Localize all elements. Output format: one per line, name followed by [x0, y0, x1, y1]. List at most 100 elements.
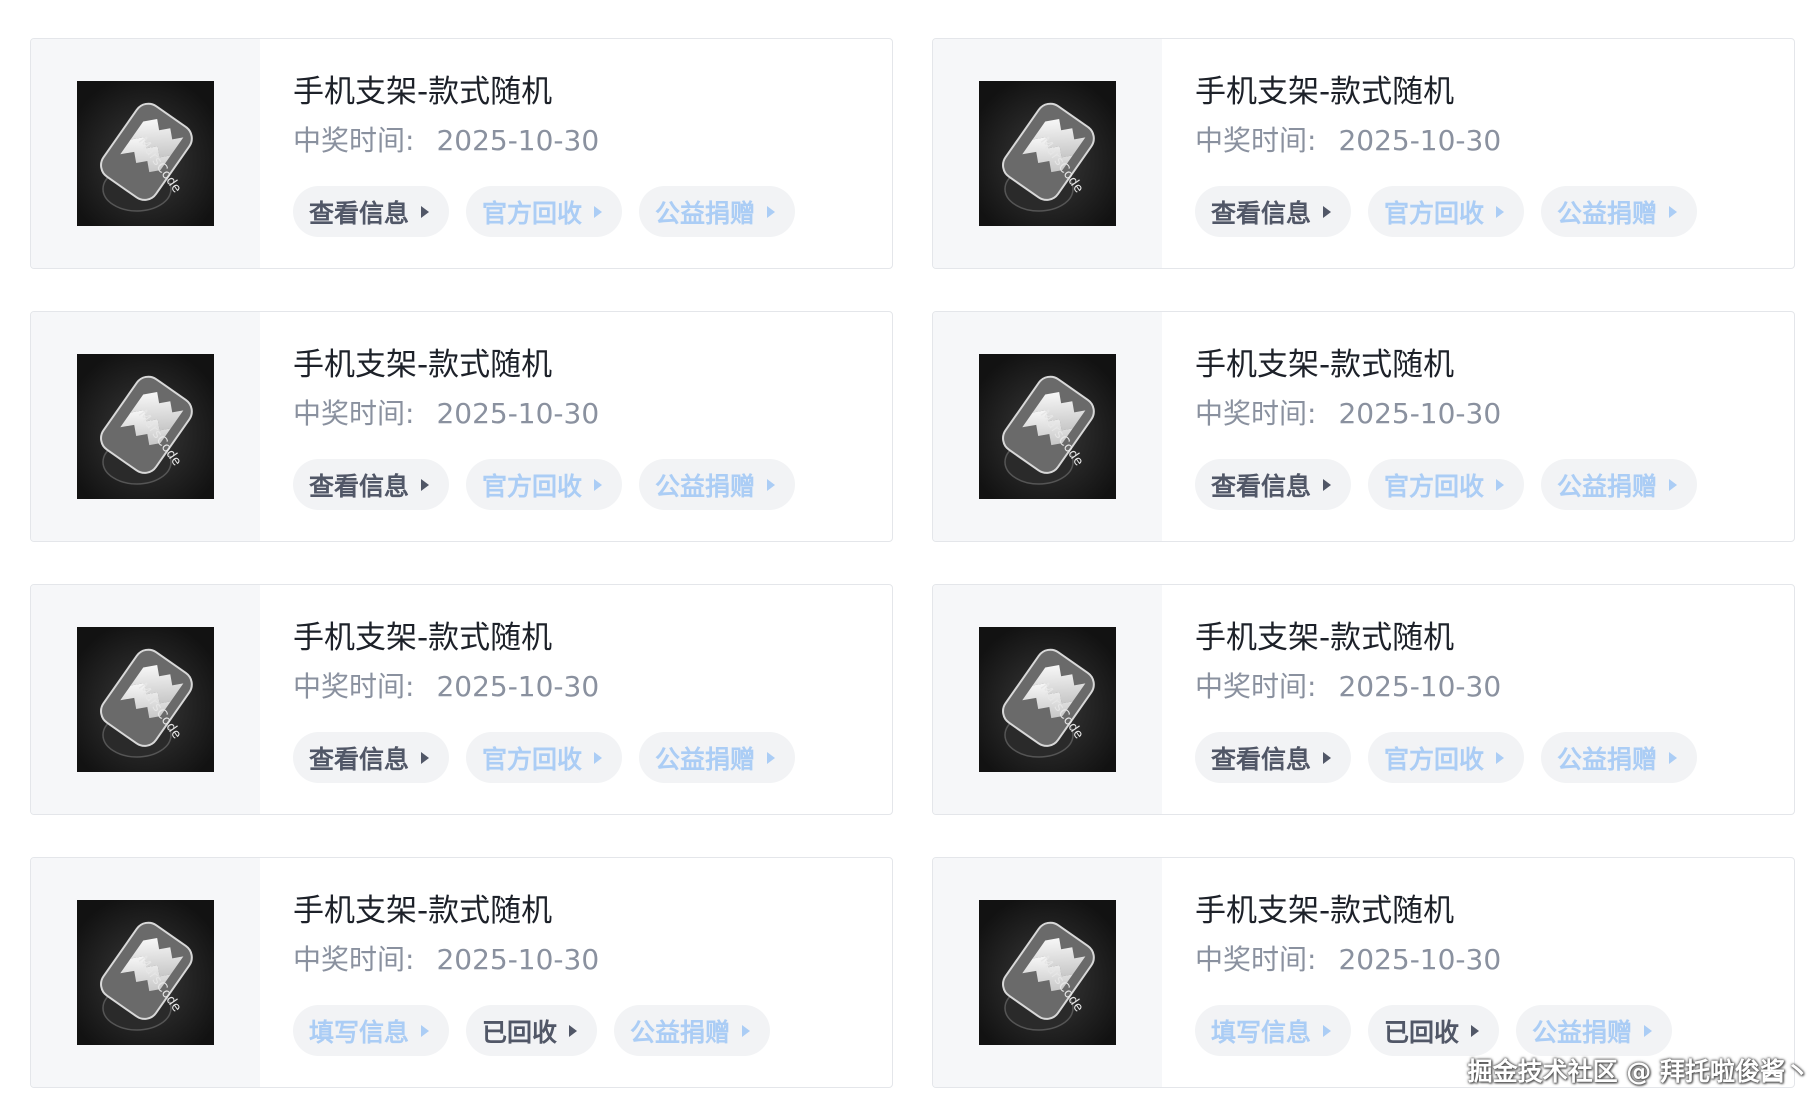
action-button[interactable]: 官方回收 [1368, 732, 1525, 783]
action-button[interactable]: 公益捐赠 [1541, 459, 1698, 510]
prize-info: 手机支架-款式随机 中奖时间: 2025-10-30 [293, 890, 872, 978]
prize-time-value: 2025-10-30 [1338, 124, 1502, 157]
action-button-label: 官方回收 [482, 471, 583, 501]
action-button[interactable]: 公益捐赠 [1541, 186, 1698, 237]
prize-image[interactable]: MarsCode [979, 354, 1116, 499]
action-button[interactable]: 已回收 [1368, 1005, 1500, 1056]
prize-time: 中奖时间: 2025-10-30 [1195, 669, 1774, 705]
action-button-label: 公益捐赠 [655, 471, 756, 501]
action-button[interactable]: 已回收 [466, 1005, 598, 1056]
action-button-label: 官方回收 [482, 198, 583, 228]
action-button-label: 填写信息 [1211, 1017, 1312, 1047]
prize-title: 手机支架-款式随机 [1195, 347, 1455, 383]
prize-actions: 查看信息 官方回收 公益捐赠 [1195, 732, 1698, 783]
thumbnail-area: MarsCode [31, 39, 260, 268]
thumbnail-area: MarsCode [31, 585, 260, 814]
marscode-phone-holder-image: MarsCode [77, 81, 214, 226]
marscode-phone-holder-image: MarsCode [979, 900, 1116, 1045]
triangle-right-icon [1323, 478, 1332, 491]
prize-card: MarsCode 手机支架-款式随机 中奖时间: 2025-10-30 查看信息 官… [932, 311, 1795, 542]
action-button[interactable]: 官方回收 [466, 186, 623, 237]
prize-card: MarsCode 手机支架-款式随机 中奖时间: 2025-10-30 查看信息 官… [30, 311, 893, 542]
marscode-phone-holder-image: MarsCode [77, 627, 214, 772]
action-button-label: 查看信息 [1211, 471, 1312, 501]
action-button[interactable]: 查看信息 [293, 732, 450, 783]
triangle-right-icon [767, 478, 776, 491]
action-button[interactable]: 官方回收 [466, 732, 623, 783]
action-button[interactable]: 官方回收 [1368, 186, 1525, 237]
prize-info: 手机支架-款式随机 中奖时间: 2025-10-30 [1195, 344, 1774, 432]
action-button-label: 公益捐赠 [630, 1017, 731, 1047]
prize-time: 中奖时间: 2025-10-30 [293, 396, 872, 432]
marscode-phone-holder-image: MarsCode [979, 627, 1116, 772]
action-button[interactable]: 查看信息 [1195, 186, 1352, 237]
prize-time-value: 2025-10-30 [436, 124, 600, 157]
prize-image[interactable]: MarsCode [77, 627, 214, 772]
prize-time-value: 2025-10-30 [1338, 670, 1502, 703]
prize-image[interactable]: MarsCode [979, 900, 1116, 1045]
marscode-phone-holder-image: MarsCode [77, 900, 214, 1045]
prize-time: 中奖时间: 2025-10-30 [293, 942, 872, 978]
prize-title: 手机支架-款式随机 [1195, 620, 1455, 656]
triangle-right-icon [1323, 751, 1332, 764]
prize-title: 手机支架-款式随机 [293, 74, 553, 110]
action-button-label: 公益捐赠 [1532, 1017, 1633, 1047]
prize-info: 手机支架-款式随机 中奖时间: 2025-10-30 [1195, 890, 1774, 978]
prize-info: 手机支架-款式随机 中奖时间: 2025-10-30 [293, 71, 872, 159]
triangle-right-icon [421, 751, 430, 764]
triangle-right-icon [594, 751, 603, 764]
prize-image[interactable]: MarsCode [979, 81, 1116, 226]
action-button[interactable]: 查看信息 [293, 459, 450, 510]
action-button[interactable]: 填写信息 [1195, 1005, 1352, 1056]
action-button[interactable]: 查看信息 [1195, 459, 1352, 510]
prize-actions: 填写信息 已回收 公益捐赠 [1195, 1005, 1673, 1056]
prize-actions: 查看信息 官方回收 公益捐赠 [293, 732, 796, 783]
action-button[interactable]: 公益捐赠 [1516, 1005, 1673, 1056]
prize-time-value: 2025-10-30 [436, 397, 600, 430]
action-button-label: 公益捐赠 [1557, 744, 1658, 774]
triangle-right-icon [767, 205, 776, 218]
action-button[interactable]: 公益捐赠 [639, 732, 796, 783]
prize-title: 手机支架-款式随机 [293, 620, 553, 656]
prize-image[interactable]: MarsCode [77, 81, 214, 226]
prize-time-label: 中奖时间: [1195, 397, 1317, 430]
action-button[interactable]: 填写信息 [293, 1005, 450, 1056]
prize-info: 手机支架-款式随机 中奖时间: 2025-10-30 [293, 344, 872, 432]
triangle-right-icon [421, 1024, 430, 1037]
action-button-label: 官方回收 [1384, 198, 1485, 228]
action-button[interactable]: 官方回收 [466, 459, 623, 510]
thumbnail-area: MarsCode [31, 858, 260, 1087]
marscode-phone-holder-image: MarsCode [979, 354, 1116, 499]
prize-image[interactable]: MarsCode [77, 900, 214, 1045]
action-button[interactable]: 公益捐赠 [1541, 732, 1698, 783]
prize-time: 中奖时间: 2025-10-30 [1195, 123, 1774, 159]
action-button[interactable]: 查看信息 [1195, 732, 1352, 783]
action-button-label: 查看信息 [309, 471, 410, 501]
prize-info: 手机支架-款式随机 中奖时间: 2025-10-30 [293, 617, 872, 705]
action-button[interactable]: 公益捐赠 [639, 186, 796, 237]
action-button[interactable]: 公益捐赠 [614, 1005, 771, 1056]
prize-title: 手机支架-款式随机 [1195, 74, 1455, 110]
triangle-right-icon [1323, 1024, 1332, 1037]
prize-time: 中奖时间: 2025-10-30 [293, 123, 872, 159]
triangle-right-icon [594, 478, 603, 491]
prize-image[interactable]: MarsCode [979, 627, 1116, 772]
triangle-right-icon [421, 205, 430, 218]
triangle-right-icon [1496, 205, 1505, 218]
action-button[interactable]: 查看信息 [293, 186, 450, 237]
triangle-right-icon [1496, 751, 1505, 764]
prize-image[interactable]: MarsCode [77, 354, 214, 499]
action-button-label: 官方回收 [1384, 471, 1485, 501]
marscode-phone-holder-image: MarsCode [979, 81, 1116, 226]
triangle-right-icon [594, 205, 603, 218]
prize-time-label: 中奖时间: [1195, 943, 1317, 976]
prize-actions: 查看信息 官方回收 公益捐赠 [293, 459, 796, 510]
action-button-label: 公益捐赠 [1557, 198, 1658, 228]
prize-info: 手机支架-款式随机 中奖时间: 2025-10-30 [1195, 71, 1774, 159]
action-button[interactable]: 官方回收 [1368, 459, 1525, 510]
action-button-label: 公益捐赠 [655, 744, 756, 774]
action-button[interactable]: 公益捐赠 [639, 459, 796, 510]
triangle-right-icon [1644, 1024, 1653, 1037]
triangle-right-icon [1496, 478, 1505, 491]
prize-time-label: 中奖时间: [1195, 124, 1317, 157]
